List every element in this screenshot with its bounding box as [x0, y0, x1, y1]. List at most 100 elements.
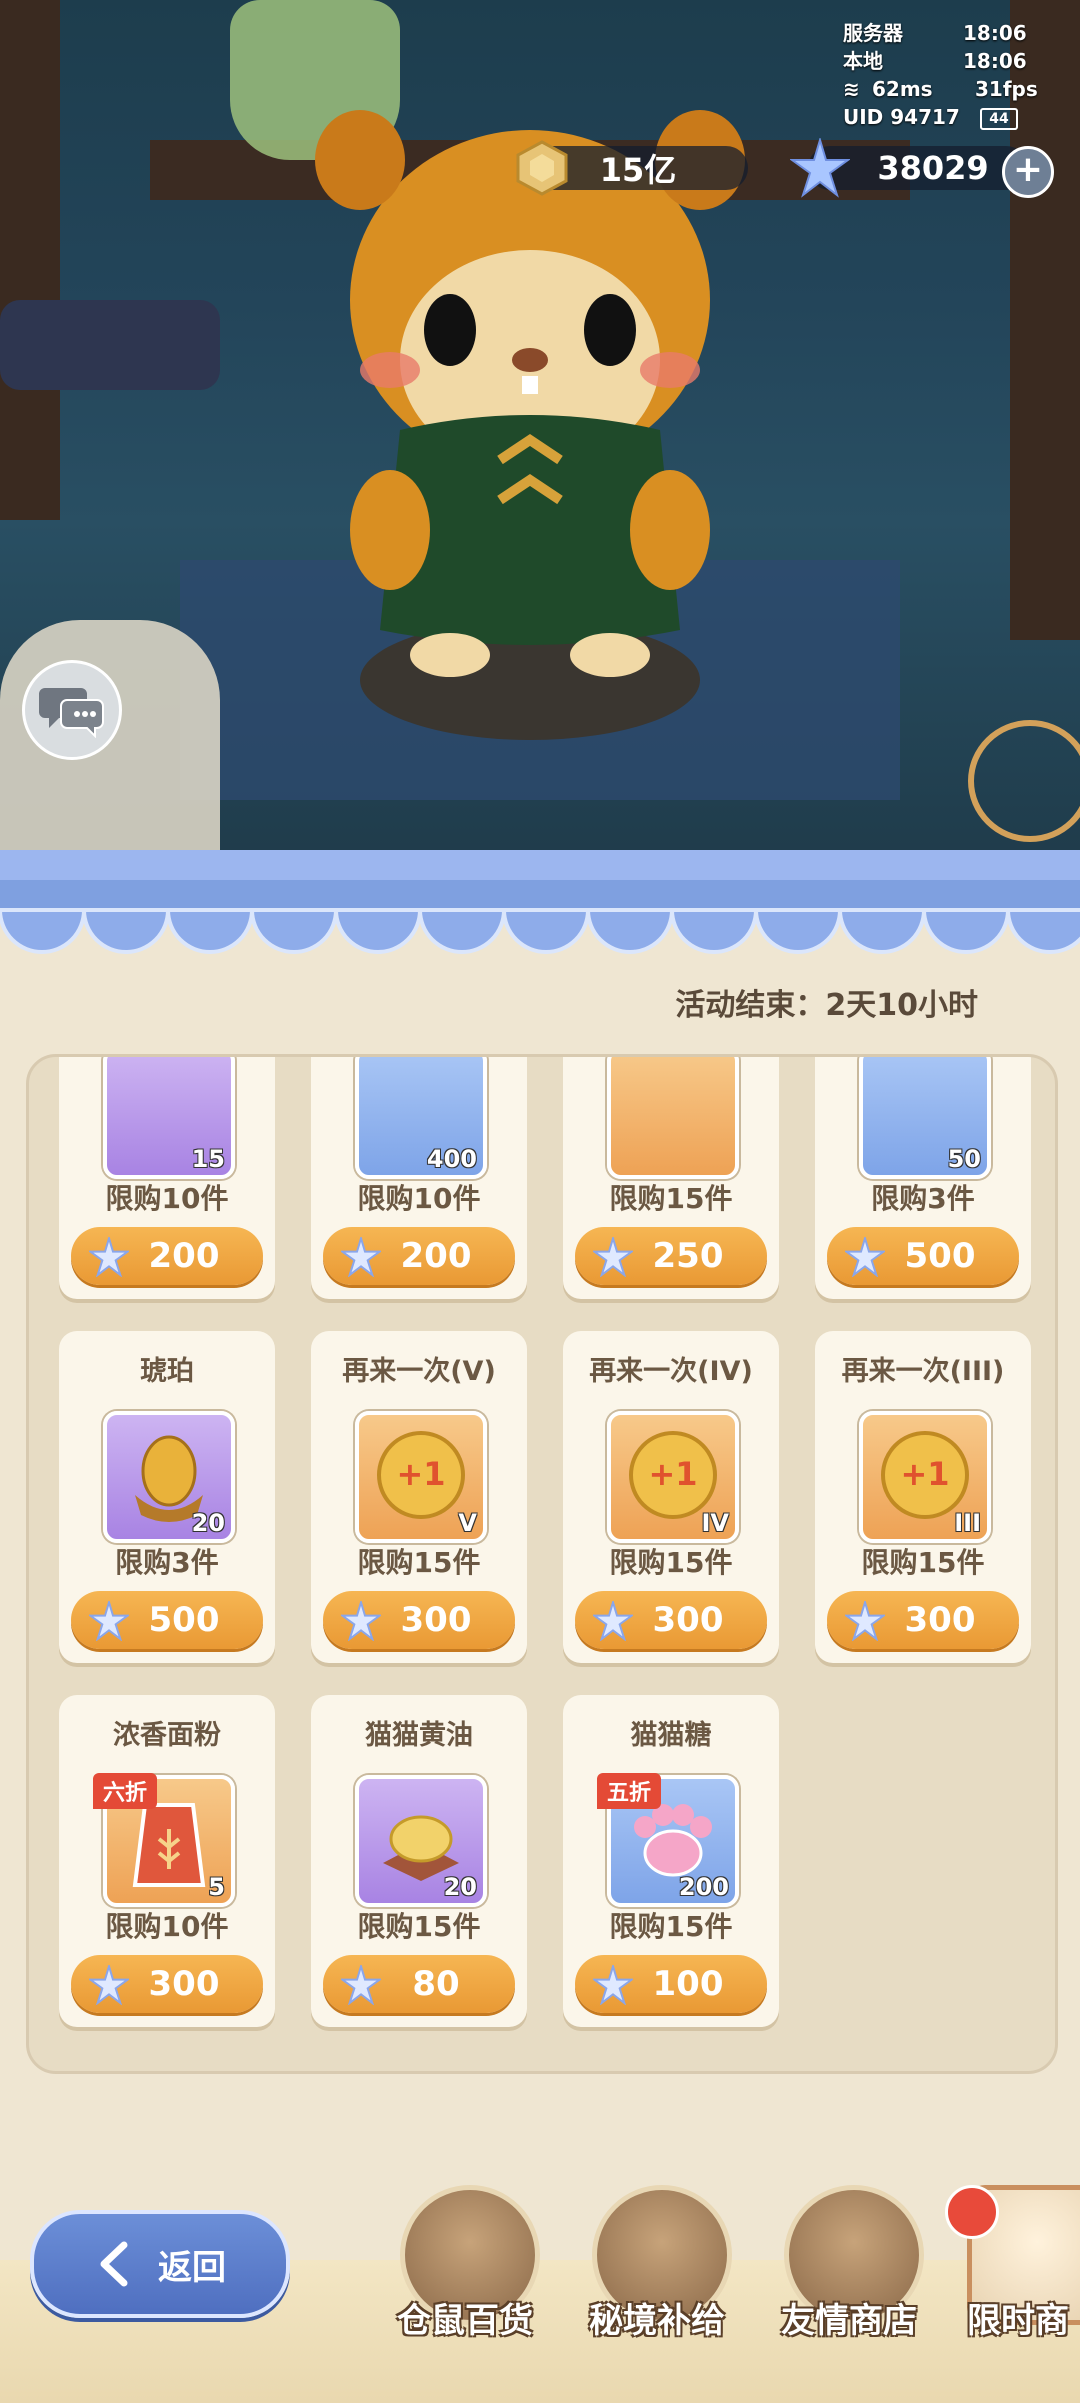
item-price: 80 [412, 1964, 460, 2004]
buy-button[interactable]: 300 [575, 1591, 767, 1649]
back-button[interactable]: 返回 [30, 2210, 290, 2318]
clock-icon [945, 2185, 999, 2239]
shop-awning [0, 850, 1080, 954]
wifi-icon: ≋ [843, 77, 860, 101]
battery-level: 44 [989, 111, 1009, 127]
item-count: 20 [191, 1509, 225, 1537]
buy-button[interactable]: 200 [71, 1227, 263, 1285]
shop-item-card[interactable]: 400 限购10件 200 [311, 1057, 527, 1299]
local-label: 本地 [843, 49, 883, 73]
back-arrow-icon [100, 2241, 128, 2287]
item-price: 250 [652, 1236, 724, 1276]
ping-value: 62ms [872, 77, 933, 101]
item-count: 15 [191, 1145, 225, 1173]
shop-item-card[interactable]: 浓香面粉 5 六折 限购10件 300 [59, 1695, 275, 2027]
butter-icon: 20 [355, 1775, 487, 1907]
shop-item-card[interactable]: 再来一次(III) +1 III 限购15件 300 [815, 1331, 1031, 1663]
buy-button[interactable]: 300 [323, 1591, 515, 1649]
game-scene: 15亿 38029 + 服务器 18:06 本地 18:06 ≋ 62ms 31… [0, 0, 1080, 870]
item-name: 琥珀 [140, 1356, 194, 1387]
shop-item-card[interactable]: 猫猫糖 200 五折 限购15件 100 [563, 1695, 779, 2027]
hamster-shopkeeper[interactable] [300, 100, 760, 750]
item-price: 100 [652, 1964, 724, 2004]
nav-label: 友情商店 [781, 2301, 917, 2341]
item-price: 300 [400, 1600, 472, 1640]
buy-button[interactable]: 250 [575, 1227, 767, 1285]
server-label: 服务器 [843, 21, 903, 45]
purchase-limit: 限购15件 [609, 1910, 733, 1943]
ring-decoration [968, 720, 1080, 842]
uid-label: UID 94717 [843, 105, 960, 129]
discount-badge: 五折 [597, 1773, 662, 1809]
purchase-limit: 限购15件 [861, 1546, 985, 1579]
item-name: 浓香面粉 [113, 1720, 221, 1751]
plus-one-coin-icon: +1 IV [607, 1411, 739, 1543]
shop-item-card[interactable]: 琥珀 20 限购3件 500 [59, 1331, 275, 1663]
item-price: 200 [400, 1236, 472, 1276]
event-timer: 活动结束：2天10小时 [675, 988, 978, 1023]
item-count: IV [701, 1509, 729, 1537]
star-gem-icon [593, 1965, 633, 2005]
buy-button[interactable]: 80 [323, 1955, 515, 2013]
shop-item-grid[interactable]: 15 限购10件 200 400 限购10件 200 限购15件 250 50 … [26, 1054, 1058, 2074]
back-label: 返回 [158, 2247, 226, 2288]
purchase-limit: 限购15件 [609, 1182, 733, 1215]
star-gem-icon [790, 138, 850, 198]
purchase-limit: 限购10件 [105, 1910, 229, 1943]
item-count: 50 [947, 1145, 981, 1173]
nav-label: 仓鼠百货 [397, 2301, 533, 2341]
chat-button[interactable] [22, 660, 122, 760]
nav-friendship-shop[interactable]: 友情商店 [764, 2185, 934, 2385]
buy-button[interactable]: 300 [827, 1591, 1019, 1649]
svg-text:+1: +1 [396, 1455, 445, 1493]
coin-icon [516, 140, 568, 196]
purchase-limit: 限购15件 [357, 1910, 481, 1943]
shop-item-card[interactable]: 再来一次(V) +1 V 限购15件 300 [311, 1331, 527, 1663]
shop-item-card[interactable]: 再来一次(IV) +1 IV 限购15件 300 [563, 1331, 779, 1663]
local-time: 18:06 [963, 49, 1027, 73]
purchase-limit: 限购15件 [357, 1546, 481, 1579]
nav-label: 秘境补给 [589, 2301, 725, 2341]
nav-limited-shop[interactable]: 限时商 [945, 2185, 1080, 2385]
item-price: 500 [148, 1600, 220, 1640]
nav-hamster-store[interactable]: 仓鼠百货 [380, 2185, 550, 2385]
shop-item-card[interactable]: 猫猫黄油 20 限购15件 80 [311, 1695, 527, 2027]
shop-item-card[interactable]: 限购15件 250 [563, 1057, 779, 1299]
shop-item-card[interactable]: 15 限购10件 200 [59, 1057, 275, 1299]
item-name: 猫猫糖 [630, 1720, 712, 1751]
gem-amount: 38029 [877, 149, 989, 187]
crystal-icon [607, 1057, 739, 1179]
star-gem-icon [845, 1237, 885, 1277]
star-gem-icon [341, 1237, 381, 1277]
fps-value: 31fps [975, 77, 1038, 101]
item-count: V [458, 1509, 477, 1537]
item-price: 300 [652, 1600, 724, 1640]
star-gem-icon [89, 1965, 129, 2005]
buy-button[interactable]: 500 [827, 1227, 1019, 1285]
item-name: 再来一次(V) [342, 1356, 496, 1387]
item-count: 5 [208, 1873, 225, 1901]
buy-button[interactable]: 500 [71, 1591, 263, 1649]
nav-secret-supply[interactable]: 秘境补给 [572, 2185, 742, 2385]
meat-icon: 400 [355, 1057, 487, 1179]
item-count: 20 [443, 1873, 477, 1901]
star-gem-icon [89, 1601, 129, 1641]
shop-item-card[interactable]: 50 限购3件 500 [815, 1057, 1031, 1299]
purchase-limit: 限购15件 [609, 1546, 733, 1579]
potion-icon: 15 [103, 1057, 235, 1179]
item-price: 500 [904, 1236, 976, 1276]
add-gems-button[interactable]: + [1002, 146, 1054, 198]
amber-shard-icon: 50 [859, 1057, 991, 1179]
item-name: 再来一次(IV) [589, 1356, 753, 1387]
buy-button[interactable]: 200 [323, 1227, 515, 1285]
coin-amount: 15亿 [599, 151, 677, 189]
buy-button[interactable]: 100 [575, 1955, 767, 2013]
battery-icon: 44 [980, 108, 1018, 130]
item-price: 300 [148, 1964, 220, 2004]
star-gem-icon [845, 1601, 885, 1641]
discount-badge: 六折 [93, 1773, 158, 1809]
item-price: 200 [148, 1236, 220, 1276]
sack-decoration [0, 620, 220, 870]
buy-button[interactable]: 300 [71, 1955, 263, 2013]
chat-icon [39, 688, 104, 738]
